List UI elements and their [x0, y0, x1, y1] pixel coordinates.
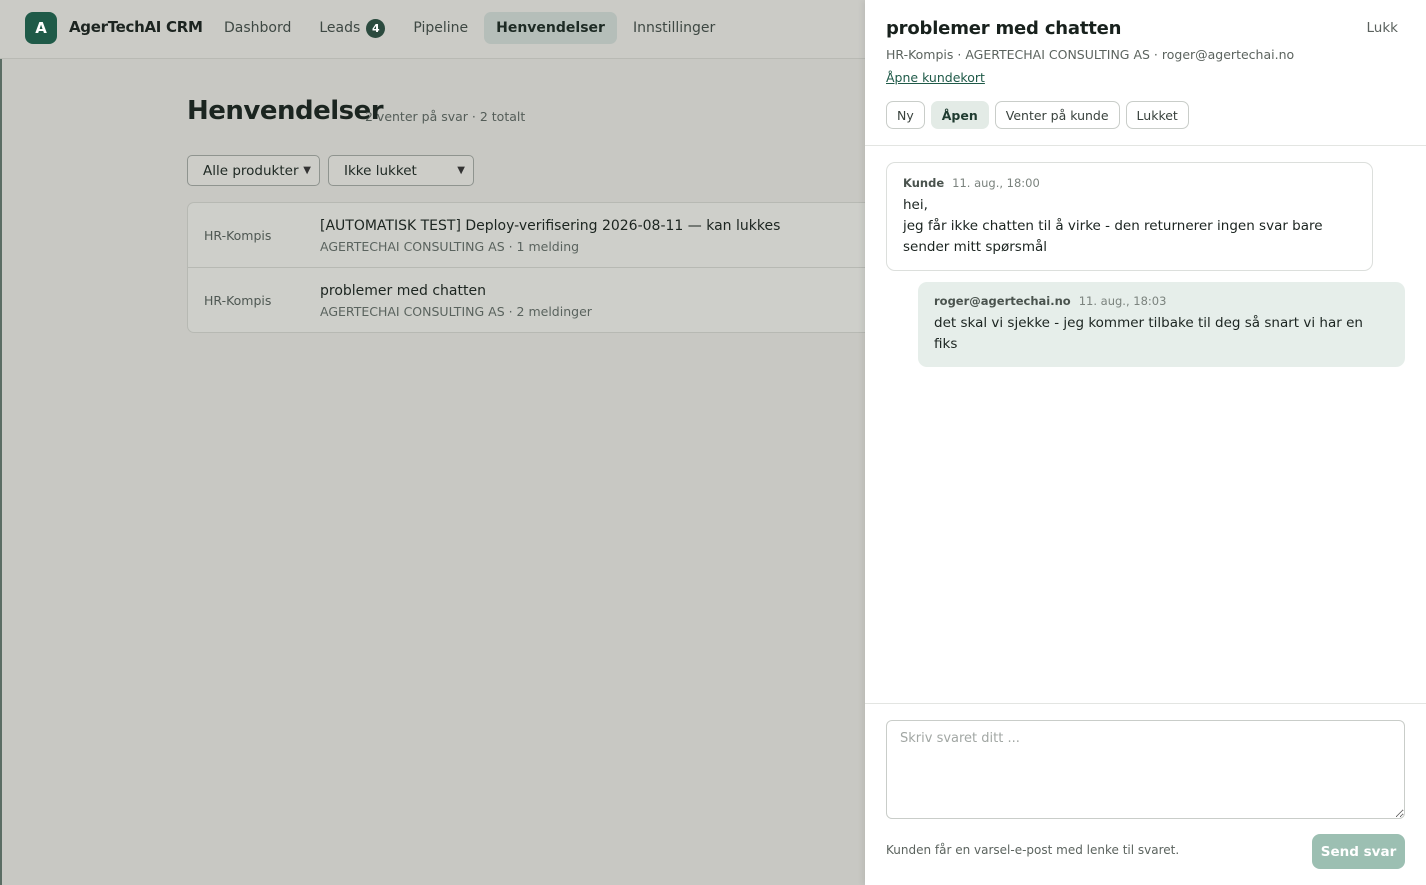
app-name[interactable]: AgerTechAI CRM [69, 18, 203, 36]
chevron-down-icon: ▼ [303, 165, 311, 176]
status-option-ny[interactable]: Ny [886, 101, 925, 129]
status-filter-select[interactable]: Ikke lukket ▼ [328, 155, 474, 186]
ticket-detail-title: problemer med chatten [886, 18, 1122, 39]
status-option-lukket[interactable]: Lukket [1125, 101, 1189, 129]
nav-item-leads[interactable]: Leads 4 [307, 12, 397, 44]
status-option-venter-pa-kunde[interactable]: Venter på kunde [994, 101, 1120, 129]
nav-item-label: Henvendelser [496, 20, 605, 36]
message-header: Kunde 11. aug., 18:00 [903, 176, 1356, 190]
ticket-detail-drawer: problemer med chatten Lukk HR-Kompis · A… [865, 0, 1426, 885]
nav-item-label: Leads [319, 20, 361, 36]
nav-item-label: Pipeline [413, 20, 469, 36]
ticket-meta: AGERTECHAI CONSULTING AS · 2 meldinger [320, 304, 592, 319]
status-selector: Ny Åpen Venter på kunde Lukket [886, 101, 1189, 129]
list-item[interactable]: HR-Kompis [AUTOMATISK TEST] Deploy-verif… [188, 203, 876, 268]
list-item[interactable]: HR-Kompis problemer med chatten AGERTECH… [188, 268, 876, 332]
message-timestamp: 11. aug., 18:03 [1078, 294, 1167, 308]
reply-composer: Kunden får en varsel-e-post med lenke ti… [865, 703, 1426, 885]
nav-item-innstillinger[interactable]: Innstillinger [621, 12, 727, 44]
message-author: roger@agertechai.no [934, 294, 1071, 308]
ticket-meta: AGERTECHAI CONSULTING AS · 1 melding [320, 239, 580, 254]
page-title: Henvendelser [187, 96, 384, 126]
message-body: hei, jeg får ikke chatten til å virke - … [903, 197, 1323, 255]
product-filter-value: Alle produkter [203, 162, 299, 179]
nav-item-label: Innstillinger [632, 20, 716, 36]
window-edge [0, 0, 2, 885]
nav-item-dashbord[interactable]: Dashbord [212, 12, 303, 44]
drawer-header: problemer med chatten Lukk HR-Kompis · A… [865, 0, 1426, 146]
product-filter-select[interactable]: Alle produkter ▼ [187, 155, 320, 186]
chevron-down-icon: ▼ [457, 165, 465, 176]
nav-item-pipeline[interactable]: Pipeline [401, 12, 480, 44]
main-nav: Dashbord Leads 4 Pipeline Henvendelser I… [212, 12, 727, 44]
ticket-list: HR-Kompis [AUTOMATISK TEST] Deploy-verif… [187, 202, 877, 333]
close-button[interactable]: Lukk [1367, 20, 1398, 36]
ticket-product: HR-Kompis [204, 293, 272, 308]
open-customer-card-link[interactable]: Åpne kundekort [886, 70, 985, 85]
leads-count-badge: 4 [366, 18, 386, 38]
message-author: Kunde [903, 176, 945, 190]
status-filter-value: Ikke lukket [344, 162, 417, 179]
send-reply-button[interactable]: Send svar [1312, 834, 1405, 869]
ticket-title: [AUTOMATISK TEST] Deploy-verifisering 20… [320, 218, 781, 234]
ticket-title: problemer med chatten [320, 283, 486, 299]
nav-item-label: Dashbord [224, 20, 292, 36]
page-subtitle: 2 venter på svar · 2 totalt [365, 109, 526, 124]
nav-item-henvendelser[interactable]: Henvendelser [484, 12, 617, 44]
outgoing-message: roger@agertechai.no 11. aug., 18:03 det … [918, 282, 1405, 367]
notification-note: Kunden får en varsel-e-post med lenke ti… [886, 843, 1180, 857]
app-logo[interactable]: A [25, 12, 57, 44]
message-thread: Kunde 11. aug., 18:00 hei, jeg får ikke … [865, 147, 1426, 703]
ticket-product: HR-Kompis [204, 228, 272, 243]
reply-textarea[interactable] [886, 720, 1405, 819]
message-header: roger@agertechai.no 11. aug., 18:03 [934, 294, 1389, 308]
status-option-apen[interactable]: Åpen [930, 101, 989, 129]
message-body: det skal vi sjekke - jeg kommer tilbake … [934, 315, 1363, 352]
incoming-message: Kunde 11. aug., 18:00 hei, jeg får ikke … [886, 162, 1373, 271]
ticket-detail-meta: HR-Kompis · AGERTECHAI CONSULTING AS · r… [886, 47, 1295, 62]
message-timestamp: 11. aug., 18:00 [952, 176, 1040, 190]
